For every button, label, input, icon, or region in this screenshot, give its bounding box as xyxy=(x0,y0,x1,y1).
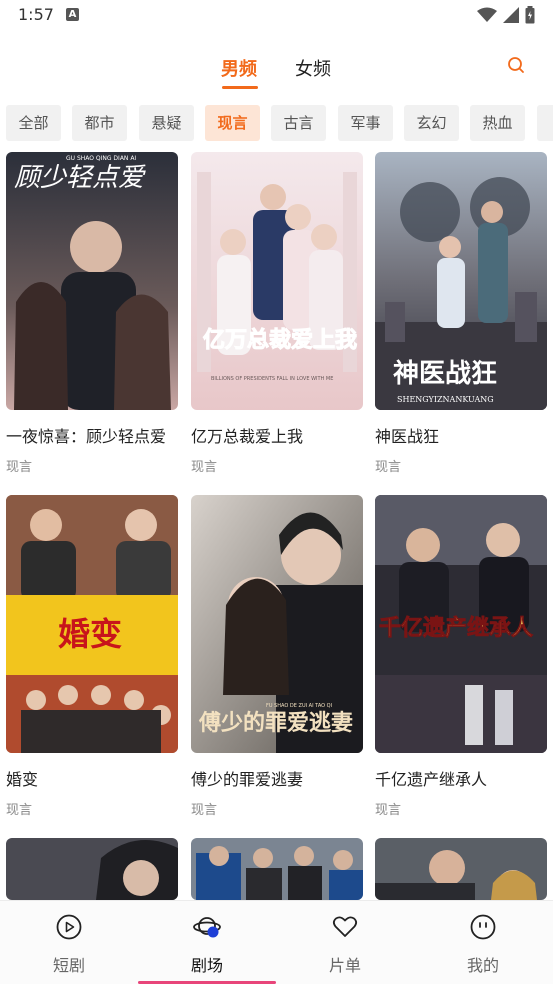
poster-subtitle: GU SHAO QING DIAN AI xyxy=(66,155,136,162)
face-icon xyxy=(470,914,496,940)
drama-genre-tag: 现言 xyxy=(191,460,218,475)
nav-label: 剧场 xyxy=(190,956,223,975)
drama-poster[interactable]: 婚变 xyxy=(6,495,178,753)
genre-chip-urban[interactable]: 都市 xyxy=(72,105,127,141)
tab-underline xyxy=(222,86,258,89)
poster-title: 傅少的罪爱逃妻 xyxy=(198,710,353,736)
nav-label: 我的 xyxy=(466,956,499,975)
drama-poster[interactable] xyxy=(6,838,178,900)
genre-chip-action[interactable]: 热血 xyxy=(470,105,525,141)
poster-title: 千亿遗产继承人 xyxy=(379,615,533,641)
wifi-icon xyxy=(477,7,497,22)
drama-title: 傅少的罪爱逃妻 xyxy=(191,770,304,789)
heart-icon xyxy=(332,916,358,937)
drama-poster[interactable]: 神医战狂 SHENGYIZNANKUANG xyxy=(375,152,547,410)
poster-subtitle: BILLIONS OF PRESIDENTS FALL IN LOVE WITH… xyxy=(211,376,333,382)
nav-theater[interactable]: 剧场 xyxy=(138,901,276,984)
poster-subtitle: FU SHAO DE ZUI AI TAO QI xyxy=(266,703,332,709)
search-icon xyxy=(508,57,524,73)
nav-profile[interactable]: 我的 xyxy=(414,901,552,984)
genre-chip-history[interactable]: 历 xyxy=(537,105,553,141)
drama-poster[interactable] xyxy=(191,838,363,900)
poster-subtitle: SHENGYIZNANKUANG xyxy=(397,395,494,404)
drama-genre-tag: 现言 xyxy=(375,803,402,818)
poster-title: 婚变 xyxy=(58,615,122,653)
genre-chip-modern-romance[interactable]: 现言 xyxy=(205,105,260,141)
poster-title: 神医战狂 xyxy=(393,359,497,389)
poster-title: 顾少轻点爱 xyxy=(14,163,146,193)
drama-genre-tag: 现言 xyxy=(6,460,33,475)
drama-poster[interactable]: 亿万总裁爱上我 BILLIONS OF PRESIDENTS FALL IN L… xyxy=(191,152,363,410)
drama-poster[interactable]: 千亿遗产继承人 xyxy=(375,495,547,753)
drama-poster[interactable]: 顾少轻点爱 GU SHAO QING DIAN AI xyxy=(6,152,178,410)
drama-title: 亿万总裁爱上我 xyxy=(191,427,304,446)
a-icon: A xyxy=(66,8,79,21)
nav-short-drama[interactable]: 短剧 xyxy=(0,901,138,984)
play-circle-icon xyxy=(56,914,82,940)
nav-playlist[interactable]: 片单 xyxy=(276,901,414,984)
search-button[interactable] xyxy=(504,54,528,78)
genre-filter: 全部 都市 悬疑 现言 古言 军事 玄幻 热血 历 xyxy=(0,105,553,141)
status-time: 1:57 xyxy=(18,5,54,24)
drama-title: 神医战狂 xyxy=(375,427,440,446)
signal-icon xyxy=(503,7,519,23)
genre-chip-fantasy[interactable]: 玄幻 xyxy=(404,105,459,141)
drama-poster[interactable] xyxy=(375,838,547,900)
drama-genre-tag: 现言 xyxy=(375,460,402,475)
drama-genre-tag: 现言 xyxy=(191,803,218,818)
drama-title: 一夜惊喜：顾少轻点爱 xyxy=(6,427,167,446)
status-icons xyxy=(477,6,535,24)
nav-label: 片单 xyxy=(328,956,361,975)
planet-icon xyxy=(193,917,221,938)
drama-genre-tag: 现言 xyxy=(6,803,33,818)
drama-title: 千亿遗产继承人 xyxy=(375,770,488,789)
poster-title: 亿万总裁爱上我 xyxy=(203,327,357,353)
nav-label: 短剧 xyxy=(52,956,85,975)
drama-title: 婚变 xyxy=(6,770,39,789)
genre-chip-all[interactable]: 全部 xyxy=(6,105,61,141)
genre-chip-suspense[interactable]: 悬疑 xyxy=(139,105,194,141)
battery-icon xyxy=(525,6,535,24)
genre-chip-military[interactable]: 军事 xyxy=(338,105,393,141)
bottom-nav: 短剧 剧场 片单 我的 xyxy=(0,900,553,984)
top-bar: 男频 女频 xyxy=(0,32,553,94)
genre-chip-ancient-romance[interactable]: 古言 xyxy=(271,105,326,141)
drama-poster[interactable]: 傅少的罪爱逃妻 FU SHAO DE ZUI AI TAO QI xyxy=(191,495,363,753)
tab-male[interactable]: 男频 xyxy=(221,55,257,81)
tab-female[interactable]: 女频 xyxy=(295,55,331,81)
status-bar: 1:57 A xyxy=(0,0,553,32)
